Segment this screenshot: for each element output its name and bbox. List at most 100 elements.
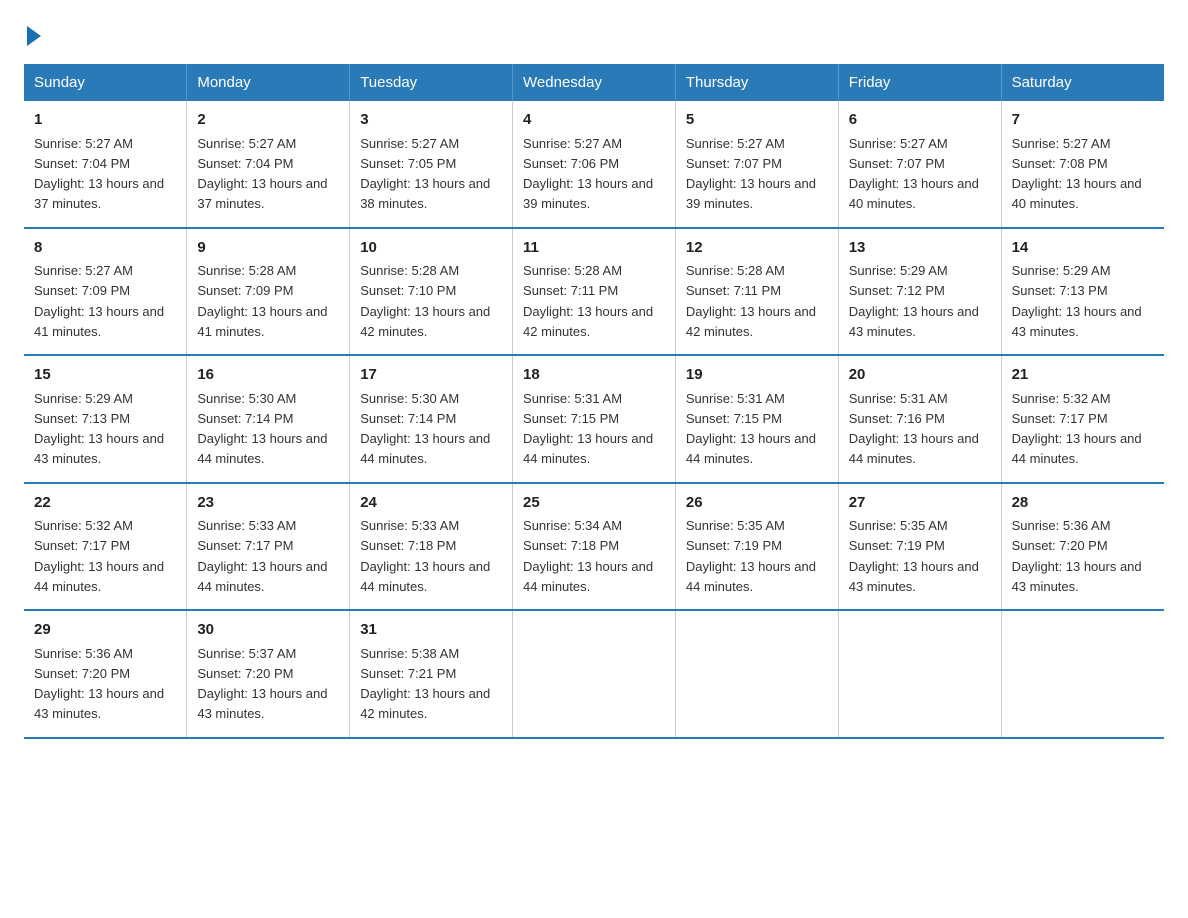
calendar-cell: 6 Sunrise: 5:27 AMSunset: 7:07 PMDaylight…: [838, 101, 1001, 228]
day-number: 5: [686, 109, 828, 132]
calendar-header-row: SundayMondayTuesdayWednesdayThursdayFrid…: [24, 64, 1164, 101]
day-number: 22: [34, 492, 176, 515]
day-number: 6: [849, 109, 991, 132]
day-number: 28: [1012, 492, 1154, 515]
calendar-cell: 26 Sunrise: 5:35 AMSunset: 7:19 PMDayligh…: [675, 483, 838, 611]
calendar-cell: 22 Sunrise: 5:32 AMSunset: 7:17 PMDayligh…: [24, 483, 187, 611]
calendar-cell: 9 Sunrise: 5:28 AMSunset: 7:09 PMDaylight…: [187, 228, 350, 356]
day-number: 31: [360, 619, 502, 642]
calendar-week-row: 22 Sunrise: 5:32 AMSunset: 7:17 PMDayligh…: [24, 483, 1164, 611]
calendar-cell: 4 Sunrise: 5:27 AMSunset: 7:06 PMDaylight…: [513, 101, 676, 228]
day-number: 29: [34, 619, 176, 642]
day-info: Sunrise: 5:27 AMSunset: 7:07 PMDaylight:…: [849, 136, 979, 212]
day-number: 30: [197, 619, 339, 642]
day-number: 9: [197, 237, 339, 260]
weekday-header-friday: Friday: [838, 64, 1001, 101]
logo-arrow-icon: [27, 26, 41, 46]
day-info: Sunrise: 5:33 AMSunset: 7:18 PMDaylight:…: [360, 518, 490, 594]
day-info: Sunrise: 5:27 AMSunset: 7:08 PMDaylight:…: [1012, 136, 1142, 212]
calendar-cell: 28Sunrise: 5:36 AMSunset: 7:20 PMDayligh…: [1001, 483, 1164, 611]
day-number: 12: [686, 237, 828, 260]
day-info: Sunrise: 5:37 AMSunset: 7:20 PMDaylight:…: [197, 646, 327, 722]
calendar-cell: 18 Sunrise: 5:31 AMSunset: 7:15 PMDayligh…: [513, 355, 676, 483]
calendar-cell: 16 Sunrise: 5:30 AMSunset: 7:14 PMDayligh…: [187, 355, 350, 483]
day-number: 1: [34, 109, 176, 132]
weekday-header-thursday: Thursday: [675, 64, 838, 101]
day-info: Sunrise: 5:30 AMSunset: 7:14 PMDaylight:…: [360, 391, 490, 467]
calendar-cell: 30 Sunrise: 5:37 AMSunset: 7:20 PMDayligh…: [187, 610, 350, 738]
day-info: Sunrise: 5:28 AMSunset: 7:09 PMDaylight:…: [197, 263, 327, 339]
day-info: Sunrise: 5:27 AMSunset: 7:09 PMDaylight:…: [34, 263, 164, 339]
calendar-cell: 5 Sunrise: 5:27 AMSunset: 7:07 PMDaylight…: [675, 101, 838, 228]
calendar-cell: [838, 610, 1001, 738]
day-number: 8: [34, 237, 176, 260]
calendar-table: SundayMondayTuesdayWednesdayThursdayFrid…: [24, 64, 1164, 739]
calendar-cell: [1001, 610, 1164, 738]
day-info: Sunrise: 5:27 AMSunset: 7:04 PMDaylight:…: [34, 136, 164, 212]
calendar-week-row: 29 Sunrise: 5:36 AMSunset: 7:20 PMDayligh…: [24, 610, 1164, 738]
day-number: 2: [197, 109, 339, 132]
day-info: Sunrise: 5:36 AMSunset: 7:20 PMDaylight:…: [34, 646, 164, 722]
day-info: Sunrise: 5:34 AMSunset: 7:18 PMDaylight:…: [523, 518, 653, 594]
day-info: Sunrise: 5:31 AMSunset: 7:15 PMDaylight:…: [686, 391, 816, 467]
calendar-cell: 21 Sunrise: 5:32 AMSunset: 7:17 PMDayligh…: [1001, 355, 1164, 483]
day-info: Sunrise: 5:29 AMSunset: 7:13 PMDaylight:…: [34, 391, 164, 467]
day-info: Sunrise: 5:28 AMSunset: 7:10 PMDaylight:…: [360, 263, 490, 339]
calendar-cell: 13 Sunrise: 5:29 AMSunset: 7:12 PMDayligh…: [838, 228, 1001, 356]
day-number: 24: [360, 492, 502, 515]
calendar-cell: 19 Sunrise: 5:31 AMSunset: 7:15 PMDayligh…: [675, 355, 838, 483]
weekday-header-tuesday: Tuesday: [350, 64, 513, 101]
calendar-cell: 20 Sunrise: 5:31 AMSunset: 7:16 PMDayligh…: [838, 355, 1001, 483]
day-info: Sunrise: 5:35 AMSunset: 7:19 PMDaylight:…: [849, 518, 979, 594]
day-info: Sunrise: 5:30 AMSunset: 7:14 PMDaylight:…: [197, 391, 327, 467]
day-number: 7: [1012, 109, 1154, 132]
day-number: 27: [849, 492, 991, 515]
day-info: Sunrise: 5:29 AMSunset: 7:12 PMDaylight:…: [849, 263, 979, 339]
day-info: Sunrise: 5:29 AMSunset: 7:13 PMDaylight:…: [1012, 263, 1142, 339]
calendar-cell: 2 Sunrise: 5:27 AMSunset: 7:04 PMDaylight…: [187, 101, 350, 228]
day-info: Sunrise: 5:27 AMSunset: 7:06 PMDaylight:…: [523, 136, 653, 212]
calendar-cell: 25 Sunrise: 5:34 AMSunset: 7:18 PMDayligh…: [513, 483, 676, 611]
calendar-cell: 8 Sunrise: 5:27 AMSunset: 7:09 PMDaylight…: [24, 228, 187, 356]
calendar-cell: 23Sunrise: 5:33 AMSunset: 7:17 PMDayligh…: [187, 483, 350, 611]
day-info: Sunrise: 5:27 AMSunset: 7:07 PMDaylight:…: [686, 136, 816, 212]
day-info: Sunrise: 5:35 AMSunset: 7:19 PMDaylight:…: [686, 518, 816, 594]
day-info: Sunrise: 5:31 AMSunset: 7:15 PMDaylight:…: [523, 391, 653, 467]
day-number: 25: [523, 492, 665, 515]
day-number: 14: [1012, 237, 1154, 260]
day-number: 26: [686, 492, 828, 515]
weekday-header-sunday: Sunday: [24, 64, 187, 101]
calendar-cell: 29 Sunrise: 5:36 AMSunset: 7:20 PMDayligh…: [24, 610, 187, 738]
day-number: 17: [360, 364, 502, 387]
weekday-header-wednesday: Wednesday: [513, 64, 676, 101]
day-number: 21: [1012, 364, 1154, 387]
logo: [24, 24, 41, 46]
day-info: Sunrise: 5:31 AMSunset: 7:16 PMDaylight:…: [849, 391, 979, 467]
day-number: 10: [360, 237, 502, 260]
calendar-cell: 31 Sunrise: 5:38 AMSunset: 7:21 PMDayligh…: [350, 610, 513, 738]
day-info: Sunrise: 5:38 AMSunset: 7:21 PMDaylight:…: [360, 646, 490, 722]
day-info: Sunrise: 5:28 AMSunset: 7:11 PMDaylight:…: [686, 263, 816, 339]
day-number: 13: [849, 237, 991, 260]
day-info: Sunrise: 5:32 AMSunset: 7:17 PMDaylight:…: [34, 518, 164, 594]
day-number: 23: [197, 492, 339, 515]
day-number: 16: [197, 364, 339, 387]
calendar-cell: 1 Sunrise: 5:27 AMSunset: 7:04 PMDaylight…: [24, 101, 187, 228]
day-number: 11: [523, 237, 665, 260]
day-info: Sunrise: 5:27 AMSunset: 7:04 PMDaylight:…: [197, 136, 327, 212]
weekday-header-monday: Monday: [187, 64, 350, 101]
calendar-week-row: 8 Sunrise: 5:27 AMSunset: 7:09 PMDaylight…: [24, 228, 1164, 356]
day-info: Sunrise: 5:32 AMSunset: 7:17 PMDaylight:…: [1012, 391, 1142, 467]
calendar-week-row: 1 Sunrise: 5:27 AMSunset: 7:04 PMDaylight…: [24, 101, 1164, 228]
day-number: 4: [523, 109, 665, 132]
day-number: 20: [849, 364, 991, 387]
calendar-cell: 15Sunrise: 5:29 AMSunset: 7:13 PMDayligh…: [24, 355, 187, 483]
calendar-cell: 27 Sunrise: 5:35 AMSunset: 7:19 PMDayligh…: [838, 483, 1001, 611]
calendar-week-row: 15Sunrise: 5:29 AMSunset: 7:13 PMDayligh…: [24, 355, 1164, 483]
calendar-cell: 3Sunrise: 5:27 AMSunset: 7:05 PMDaylight…: [350, 101, 513, 228]
calendar-cell: [675, 610, 838, 738]
calendar-cell: 24 Sunrise: 5:33 AMSunset: 7:18 PMDayligh…: [350, 483, 513, 611]
day-number: 18: [523, 364, 665, 387]
day-number: 19: [686, 364, 828, 387]
calendar-cell: 11Sunrise: 5:28 AMSunset: 7:11 PMDayligh…: [513, 228, 676, 356]
